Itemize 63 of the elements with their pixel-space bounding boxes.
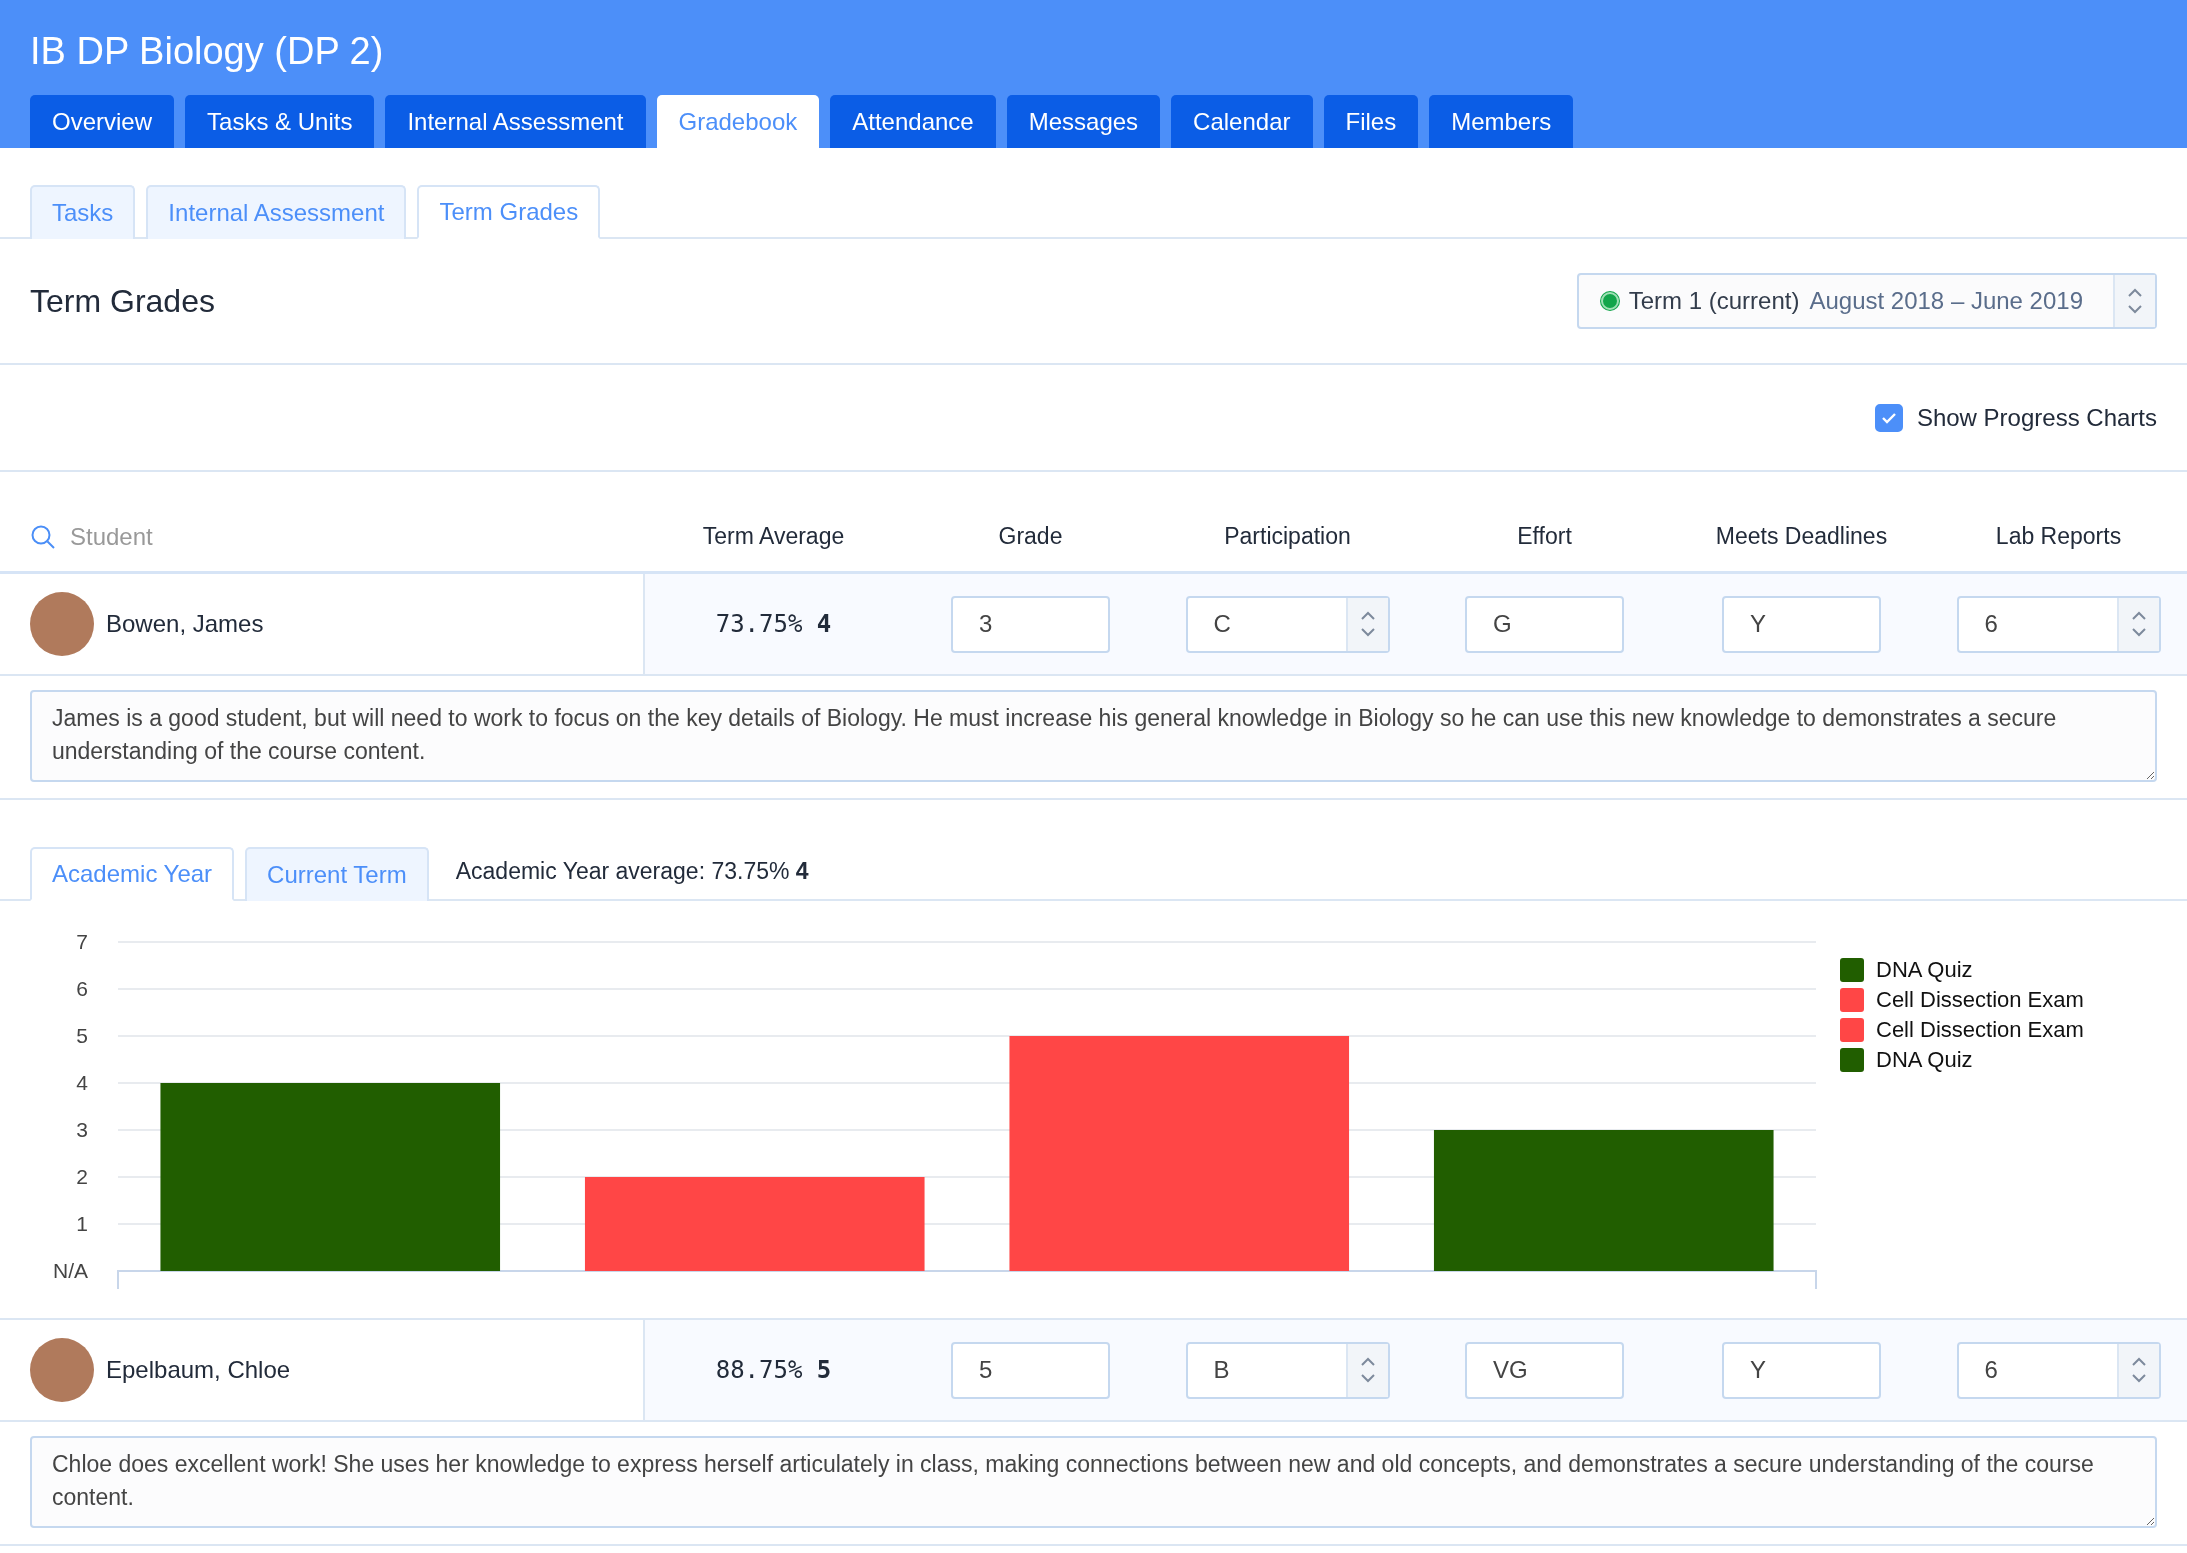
comment-field[interactable]: James is a good student, but will need to work to focus on the key details of Biology. He must increase his general knowledge in Biology so he can use this new knowledge to demonstrates a secure understanding of the course content. <box>30 690 2157 782</box>
y-tick-label: 3 <box>76 1118 88 1141</box>
grade-field[interactable]: VG <box>1465 1341 1624 1399</box>
chart-tab[interactable]: Academic Year <box>30 847 235 901</box>
checkbox[interactable] <box>1874 403 1903 432</box>
y-tick-label: 5 <box>76 1024 88 1047</box>
spinner-arrows-icon <box>2130 610 2147 638</box>
legend-label: Cell Dissection Exam <box>1876 987 2084 1013</box>
column-header: Grade <box>997 523 1064 550</box>
year-average: Academic Year average: 73.75% 4 <box>455 858 809 885</box>
legend-label: DNA Quiz <box>1876 1047 1973 1073</box>
term-average: 88.75% 5 <box>714 1356 833 1384</box>
term-name: Term 1 (current) <box>1628 287 1800 315</box>
term-select[interactable]: Term 1 (current) August 2018 – June 2019 <box>1576 273 2157 329</box>
legend-label: Cell Dissection Exam <box>1876 1017 2084 1043</box>
student-name: Bowen, James <box>106 610 264 638</box>
spinner-arrows-icon <box>1359 610 1376 638</box>
nav-tab[interactable]: Overview <box>30 95 175 148</box>
nav-tab[interactable]: Gradebook <box>656 95 820 148</box>
grade-select[interactable]: C <box>1185 595 1390 653</box>
nav-tab[interactable]: Calendar <box>1171 95 1313 148</box>
column-header: Meets Deadlines <box>1714 523 1889 550</box>
grade-field[interactable]: G <box>1465 595 1624 653</box>
course-title: IB DP Biology (DP 2) <box>30 30 385 73</box>
checkbox-label: Show Progress Charts <box>1916 403 2157 432</box>
y-tick-label: 7 <box>76 930 88 953</box>
column-header: Participation <box>1223 523 1352 550</box>
column-header: Effort <box>1516 523 1573 550</box>
spinner-arrows-icon <box>2130 1356 2147 1384</box>
y-tick-label: 6 <box>76 977 88 1000</box>
spinner-arrows-icon <box>1359 1356 1376 1384</box>
grade-select[interactable]: 6 <box>1956 595 2161 653</box>
grade-select[interactable]: B <box>1185 1341 1390 1399</box>
column-header: Lab Reports <box>1994 523 2123 550</box>
nav-tab[interactable]: Files <box>1323 95 1419 148</box>
grade-field[interactable]: Y <box>1722 595 1881 653</box>
nav-tab[interactable]: Internal Assessment <box>385 95 646 148</box>
column-header: Term Average <box>701 523 846 550</box>
grade-field[interactable]: Y <box>1722 1341 1881 1399</box>
y-tick-label: 4 <box>76 1071 88 1094</box>
nav-tab[interactable]: Messages <box>1006 95 1161 148</box>
nav-tab[interactable]: Tasks & Units <box>185 95 375 148</box>
grade-select[interactable]: 6 <box>1956 1341 2161 1399</box>
sub-tab[interactable]: Tasks <box>30 185 136 239</box>
spinner-arrows-icon <box>2127 287 2143 315</box>
student-search-field[interactable]: Student <box>68 521 372 552</box>
sub-tab[interactable]: Internal Assessment <box>146 185 407 239</box>
comment-field[interactable]: Chloe does excellent work! She uses her knowledge to express herself articulately in class, making connections between new and old concepts, and demonstrates a secure understanding of the course content. <box>30 1436 2157 1528</box>
page-title: Term Grades <box>30 282 215 320</box>
y-tick-label: N/A <box>53 1259 88 1282</box>
nav-tab[interactable]: Attendance <box>830 95 996 148</box>
nav-tab[interactable]: Members <box>1429 95 1574 148</box>
student-name: Epelbaum, Chloe <box>106 1356 291 1384</box>
grade-field[interactable]: 3 <box>951 595 1110 653</box>
sub-tab[interactable]: Term Grades <box>417 185 601 239</box>
term-dates: August 2018 – June 2019 <box>1809 287 2083 315</box>
legend-label: DNA Quiz <box>1876 957 1973 983</box>
chart-tab[interactable]: Current Term <box>245 847 429 901</box>
grade-field[interactable]: 5 <box>951 1341 1110 1399</box>
y-tick-label: 1 <box>76 1212 88 1235</box>
y-tick-label: 2 <box>76 1165 88 1188</box>
term-average: 73.75% 4 <box>714 610 833 638</box>
search-icon <box>30 523 56 550</box>
